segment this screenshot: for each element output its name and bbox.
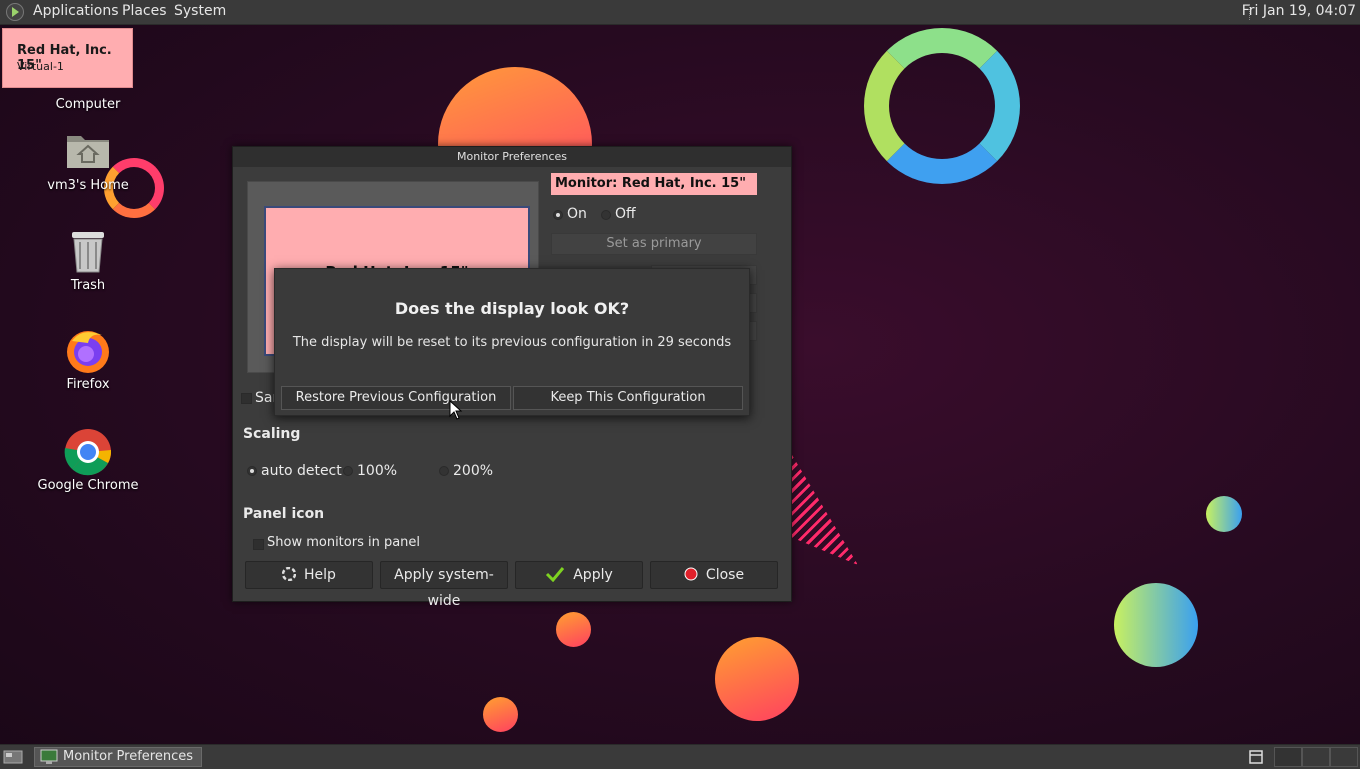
workspace-2[interactable] [1302, 747, 1330, 767]
power-off-label: Off [615, 206, 636, 222]
wallpaper-stripes [792, 455, 858, 565]
menu-places[interactable]: Places [122, 3, 167, 19]
desktop-icon-label: Google Chrome [37, 478, 139, 493]
top-panel: Applications Places System Fri Jan 19, 0… [0, 0, 1360, 25]
desktop-icon-label: Trash [70, 278, 106, 293]
show-desktop-icon[interactable] [3, 749, 23, 765]
monitor-prefs-icon [40, 749, 58, 764]
scaling-200-radio[interactable] [439, 466, 449, 476]
desktop-icon-label: vm3's Home [47, 178, 129, 193]
bottom-panel: Monitor Preferences [0, 744, 1360, 769]
applications-menu-icon[interactable] [6, 3, 24, 21]
scaling-100-label: 100% [357, 463, 398, 479]
desktop-icon-trash[interactable]: Trash [28, 230, 148, 294]
apply-button[interactable]: Apply [515, 561, 643, 589]
workspace-switcher-icon[interactable] [1249, 750, 1263, 764]
firefox-icon [67, 331, 109, 373]
power-on-label: On [567, 206, 587, 222]
close-button[interactable]: Close [650, 561, 778, 589]
power-on-radio[interactable] [553, 210, 563, 220]
restore-previous-configuration-button[interactable]: Restore Previous Configuration [281, 386, 511, 410]
show-monitors-label: Show monitors in panel [267, 535, 421, 550]
desktop-icon-chrome[interactable]: Google Chrome [28, 428, 148, 493]
mouse-cursor-icon [449, 400, 463, 420]
scaling-100-radio[interactable] [343, 466, 353, 476]
taskbar-item-monitor-preferences[interactable]: Monitor Preferences [34, 747, 202, 767]
wallpaper-dot-blue-large [1114, 583, 1198, 667]
panel-icon-heading: Panel icon [243, 506, 325, 522]
desktop-icon-label: Computer [55, 97, 121, 112]
help-button[interactable]: Help [245, 561, 373, 589]
dialog-title: Does the display look OK? [394, 299, 630, 318]
wallpaper-dot-orange-1 [556, 612, 591, 647]
set-primary-button[interactable]: Set as primary [551, 233, 757, 255]
taskbar-item-label: Monitor Preferences [63, 749, 194, 764]
checkmark-icon [546, 567, 565, 582]
window-title[interactable]: Monitor Preferences [233, 147, 791, 167]
close-icon [684, 567, 698, 581]
apply-system-wide-button[interactable]: Apply system-wide [380, 561, 508, 609]
monitor-osd-label: Red Hat, Inc. 15" Virtual-1 [2, 28, 133, 88]
monitor-name-label: Monitor: Red Hat, Inc. 15" [551, 173, 757, 195]
desktop-icon-firefox[interactable]: Firefox [28, 327, 148, 392]
wallpaper-dot-orange-2 [715, 637, 799, 721]
desktop-icon-home[interactable]: vm3's Home [28, 130, 148, 194]
same-image-checkbox[interactable] [241, 393, 252, 404]
trash-icon [72, 232, 104, 273]
clock[interactable]: Fri Jan 19, 04:07 [1242, 3, 1356, 19]
show-monitors-checkbox[interactable] [253, 539, 264, 550]
scaling-200-label: 200% [453, 463, 494, 479]
menu-system[interactable]: System [174, 3, 226, 19]
apply-label: Apply [573, 567, 613, 583]
osd-output-name: Virtual-1 [17, 60, 64, 73]
wallpaper-dot-orange-3 [483, 697, 518, 732]
wallpaper-dot-blue-small [1206, 496, 1242, 532]
workspace-3[interactable] [1330, 747, 1358, 767]
home-folder-icon [67, 136, 109, 168]
desktop-icon-label: Firefox [66, 377, 110, 392]
close-label: Close [705, 567, 745, 583]
scaling-heading: Scaling [243, 426, 301, 442]
scaling-auto-radio[interactable] [247, 466, 257, 476]
confirm-display-dialog: Does the display look OK? The display wi… [274, 268, 750, 416]
help-icon [282, 567, 297, 581]
workspace-1[interactable] [1274, 747, 1302, 767]
dialog-message: The display will be reset to its previou… [292, 335, 732, 350]
menu-applications[interactable]: Applications [33, 3, 119, 19]
keep-this-configuration-button[interactable]: Keep This Configuration [513, 386, 743, 410]
power-off-radio[interactable] [601, 210, 611, 220]
scaling-auto-label: auto detect [261, 463, 342, 479]
help-label: Help [304, 567, 336, 583]
wallpaper-ring-large [864, 28, 1020, 184]
chrome-icon [64, 429, 112, 476]
